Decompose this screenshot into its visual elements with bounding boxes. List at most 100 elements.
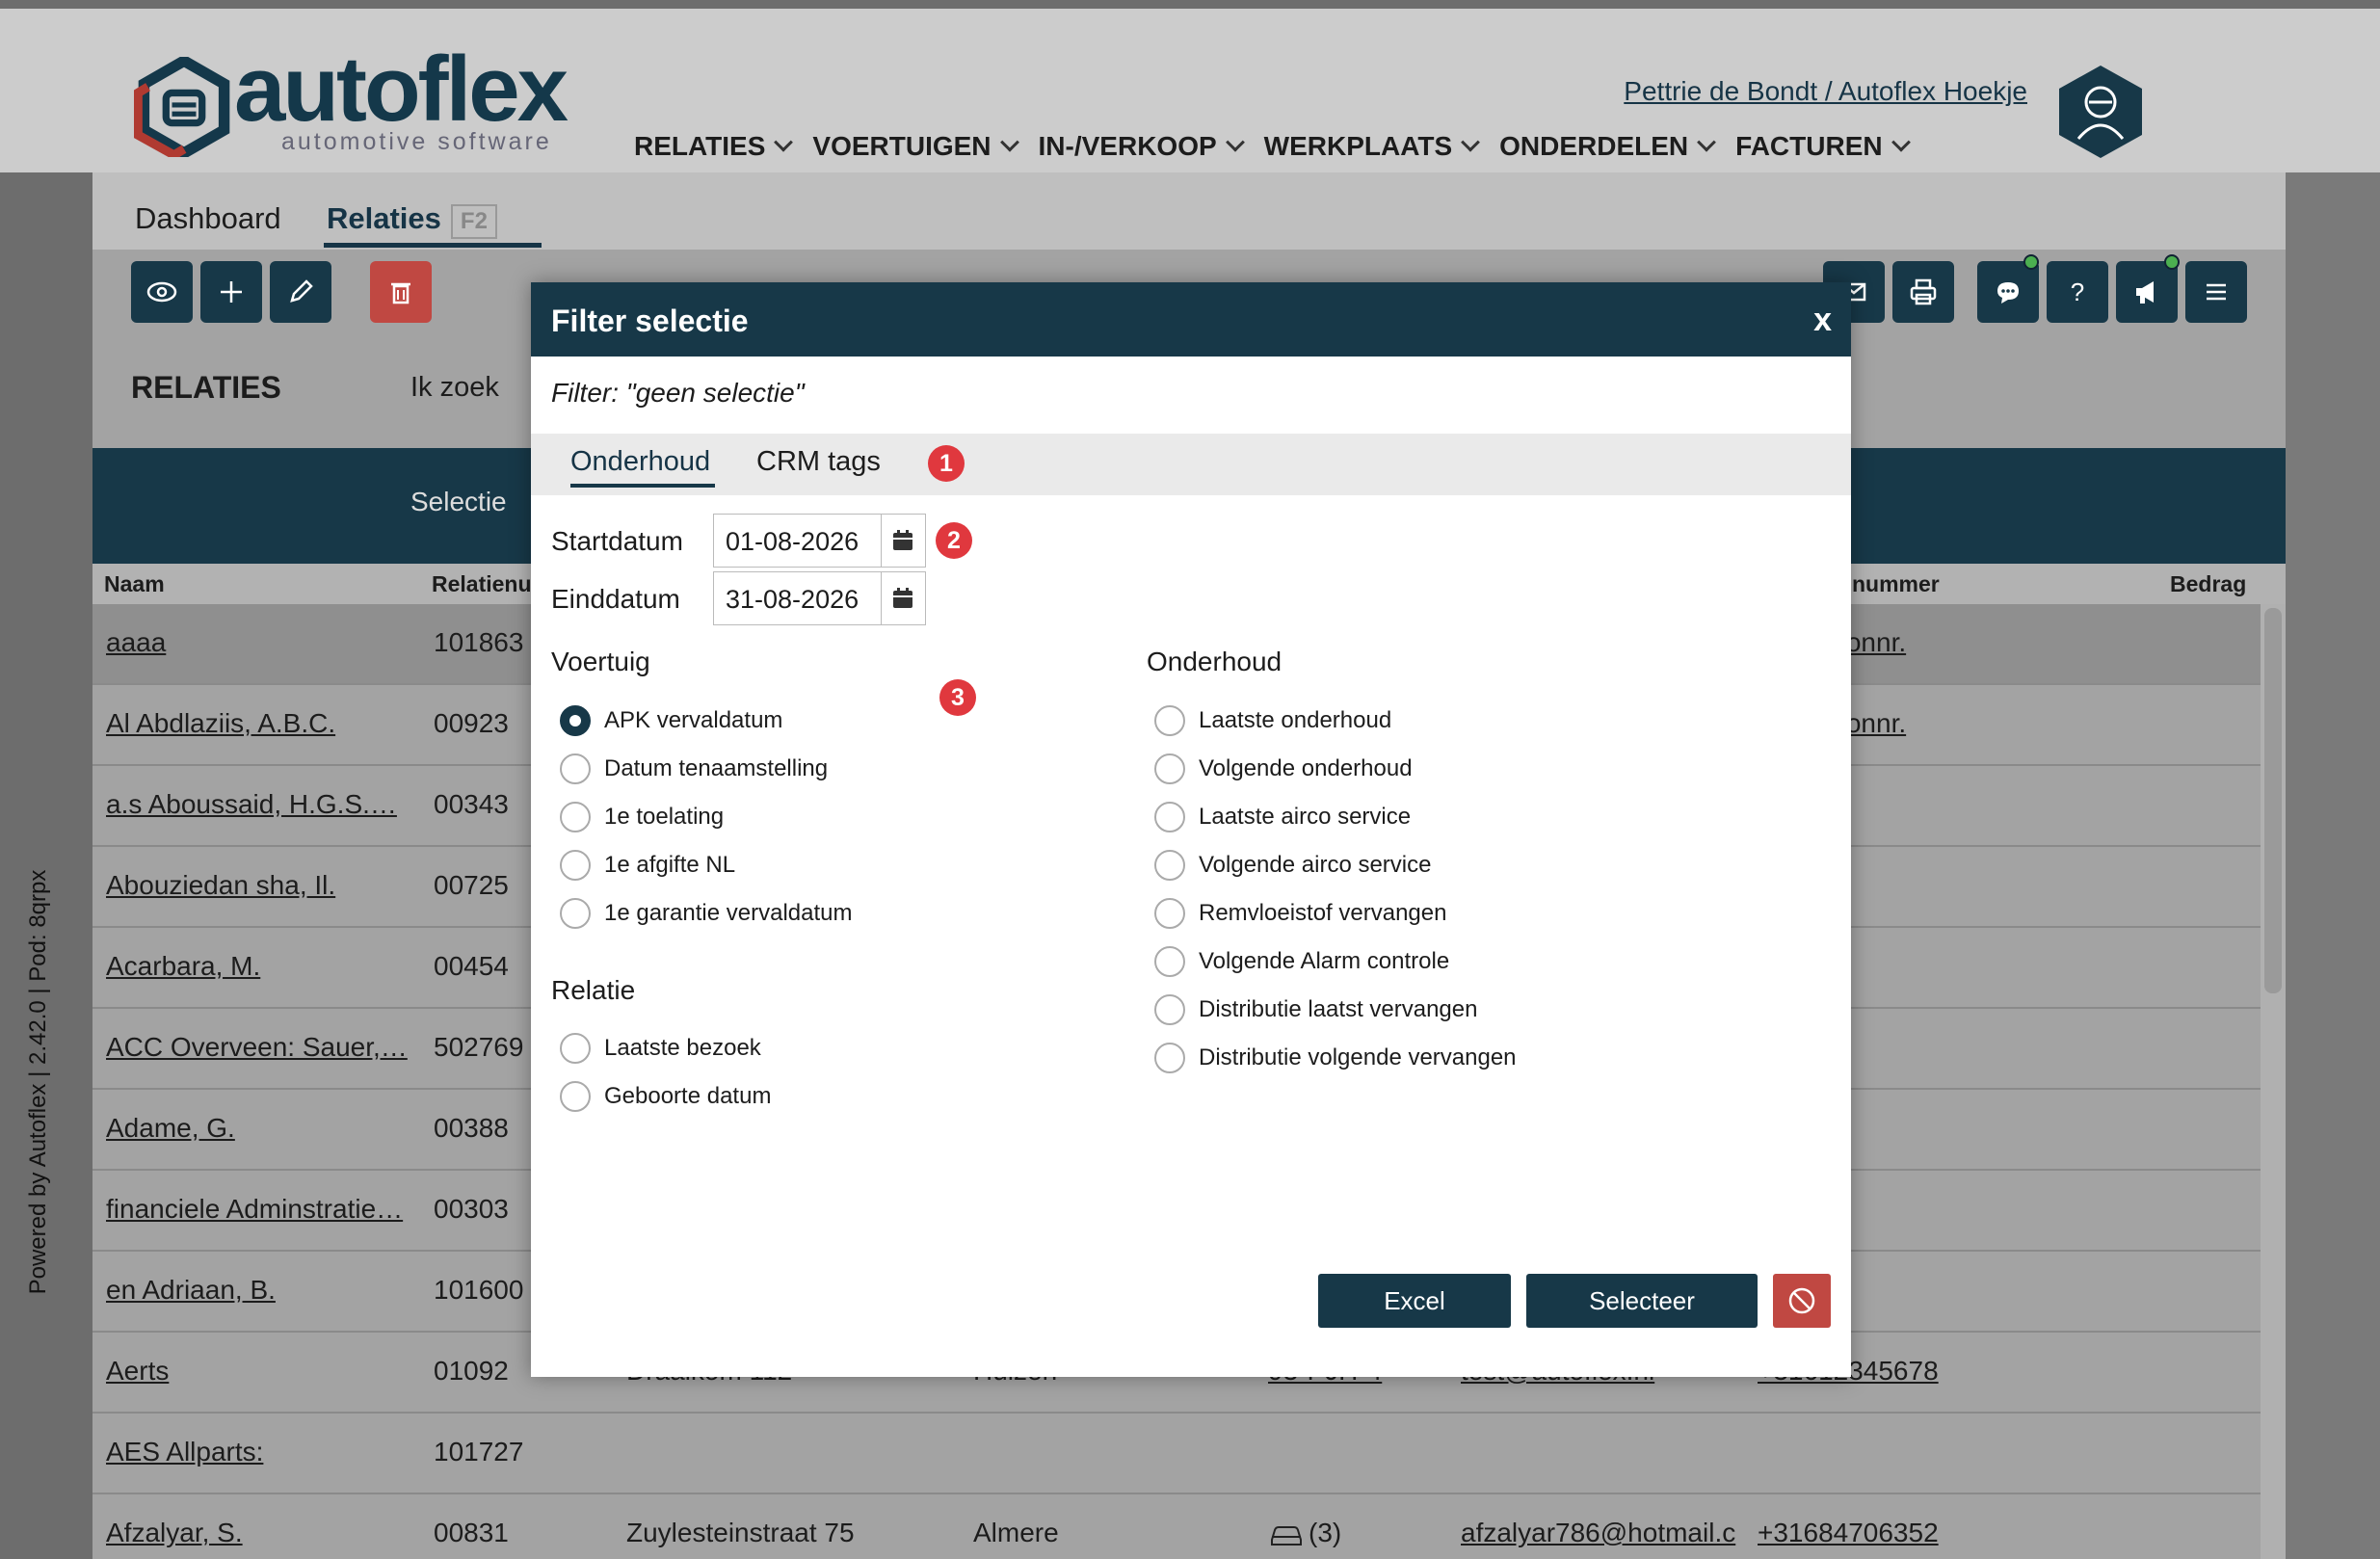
radio-button[interactable] [1154, 994, 1185, 1025]
relation-name-link[interactable]: a.s Aboussaid, H.G.S.… [106, 789, 397, 820]
menu-button[interactable] [2185, 261, 2247, 323]
table-row[interactable]: AES Allparts: 101727 [93, 1414, 2261, 1494]
start-date-label: Startdatum [551, 526, 683, 556]
start-date-input[interactable]: 01-08-2026 [713, 514, 882, 568]
announcement-notification-dot [2164, 254, 2180, 270]
radio-button[interactable] [1154, 753, 1185, 784]
radio-button[interactable] [1154, 802, 1185, 832]
relation-name-link[interactable]: Afzalyar, S. [106, 1518, 243, 1548]
excel-button[interactable]: Excel [1318, 1274, 1511, 1328]
active-tab-underline [570, 484, 715, 488]
radio-option-onderhoud[interactable]: Distributie laatst vervangen [1154, 994, 1477, 1025]
view-button[interactable] [131, 261, 193, 323]
delete-button[interactable] [370, 261, 432, 323]
radio-label: Laatste onderhoud [1199, 707, 1392, 733]
relation-number: 00343 [434, 789, 509, 819]
chevron-down-icon [1697, 132, 1717, 152]
relation-number: 00923 [434, 708, 509, 738]
radio-option-voertuig[interactable]: 1e garantie vervaldatum [560, 898, 852, 929]
nav-facturen[interactable]: FACTUREN [1735, 131, 1911, 162]
radio-option-voertuig[interactable]: 1e toelating [560, 802, 724, 832]
radio-button[interactable] [1154, 898, 1185, 929]
select-button[interactable]: Selecteer [1526, 1274, 1758, 1328]
add-button[interactable] [200, 261, 262, 323]
radio-option-onderhoud[interactable]: Volgende Alarm controle [1154, 946, 1449, 977]
col-amount[interactable]: Bedrag [2170, 571, 2246, 597]
radio-option-onderhoud[interactable]: Distributie volgende vervangen [1154, 1043, 1517, 1073]
radio-option-relatie[interactable]: Laatste bezoek [560, 1033, 761, 1064]
col-relnum[interactable]: Relatienu [432, 571, 532, 597]
radio-button[interactable] [560, 705, 591, 736]
radio-button[interactable] [1154, 705, 1185, 736]
radio-option-onderhoud[interactable]: Volgende airco service [1154, 850, 1431, 881]
scrollbar-thumb[interactable] [2264, 608, 2282, 993]
nav-relaties[interactable]: RELATIES [634, 131, 794, 162]
help-button[interactable]: ? [2047, 261, 2108, 323]
filter-modal: Filter selectie x Filter: "geen selectie… [531, 282, 1851, 1377]
radio-option-voertuig[interactable]: Datum tenaamstelling [560, 753, 828, 784]
license-plate-link[interactable]: (3) [1268, 1518, 1341, 1548]
radio-option-onderhoud[interactable]: Laatste airco service [1154, 802, 1411, 832]
relation-name-link[interactable]: Abouziedan sha, Il. [106, 870, 335, 901]
relation-name-link[interactable]: ACC Overveen: Sauer,… [106, 1032, 408, 1063]
radio-option-onderhoud[interactable]: Volgende onderhoud [1154, 753, 1413, 784]
nav-onderdelen[interactable]: ONDERDELEN [1499, 131, 1717, 162]
radio-label: 1e afgifte NL [604, 852, 736, 878]
nav-in-verkoop[interactable]: IN-/VERKOOP [1039, 131, 1245, 162]
radio-button[interactable] [1154, 1043, 1185, 1073]
start-date-picker-button[interactable] [881, 514, 926, 568]
print-button[interactable] [1892, 261, 1954, 323]
radio-label: Volgende airco service [1199, 852, 1432, 878]
table-row[interactable]: Afzalyar, S. 00831 Zuylesteinstraat 75 Alme… [93, 1494, 2261, 1559]
radio-option-onderhoud[interactable]: Laatste onderhoud [1154, 705, 1391, 736]
relation-name-link[interactable]: Acarbara, M. [106, 951, 260, 982]
radio-button[interactable] [560, 753, 591, 784]
radio-option-relatie[interactable]: Geboorte datum [560, 1081, 771, 1112]
selection-label[interactable]: Selectie [410, 487, 507, 517]
end-date-picker-button[interactable] [881, 571, 926, 625]
autoflex-logo[interactable]: autoflex automotive software [130, 43, 569, 165]
phone-link[interactable]: +31684706352 [1758, 1518, 1939, 1548]
edit-button[interactable] [270, 261, 331, 323]
relation-name-link[interactable]: Aerts [106, 1356, 169, 1387]
relation-name-link[interactable]: aaaa [106, 627, 166, 658]
radio-button[interactable] [1154, 850, 1185, 881]
relation-name-link[interactable]: en Adriaan, B. [106, 1275, 276, 1306]
chat-button[interactable] [1977, 261, 2039, 323]
tab-crm-tags[interactable]: CRM tags [756, 446, 881, 478]
relation-name-link[interactable]: Adame, G. [106, 1113, 235, 1144]
tab-relaties[interactable]: Relaties F2 [327, 201, 497, 239]
chevron-down-icon [999, 132, 1019, 152]
nav-voertuigen[interactable]: VOERTUIGEN [812, 131, 1019, 162]
clear-filter-button[interactable] [1773, 1274, 1831, 1328]
radio-option-voertuig[interactable]: APK vervaldatum [560, 705, 782, 736]
email-link[interactable]: afzalyar786@hotmail.c [1461, 1518, 1735, 1548]
col-name[interactable]: Naam [104, 571, 165, 597]
relation-name-link[interactable]: Al Abdlaziis, A.B.C. [106, 708, 335, 739]
radio-button[interactable] [560, 1081, 591, 1112]
chevron-down-icon [1225, 132, 1245, 152]
radio-option-voertuig[interactable]: 1e afgifte NL [560, 850, 735, 881]
relation-name-link[interactable]: financiele Adminstratie… [106, 1194, 403, 1225]
user-company-link[interactable]: Pettrie de Bondt / Autoflex Hoekje [1624, 76, 2027, 107]
search-label: Ik zoek [410, 372, 499, 403]
announcements-button[interactable] [2116, 261, 2178, 323]
relation-name-link[interactable]: AES Allparts: [106, 1437, 263, 1467]
radio-button[interactable] [1154, 946, 1185, 977]
radio-button[interactable] [560, 802, 591, 832]
tab-dashboard[interactable]: Dashboard [135, 201, 281, 236]
radio-button[interactable] [560, 850, 591, 881]
radio-button[interactable] [560, 1033, 591, 1064]
hamburger-icon [2207, 283, 2226, 301]
end-date-input[interactable]: 31-08-2026 [713, 571, 882, 625]
radio-button[interactable] [560, 898, 591, 929]
modal-title: Filter selectie [551, 304, 749, 338]
nav-werkplaats[interactable]: WERKPLAATS [1264, 131, 1481, 162]
col-phone[interactable]: nummer [1852, 571, 1940, 597]
user-avatar-icon[interactable] [2057, 64, 2144, 160]
relation-number: 101727 [434, 1437, 524, 1467]
radio-option-onderhoud[interactable]: Remvloeistof vervangen [1154, 898, 1446, 929]
address-cell: Zuylesteinstraat 75 [626, 1518, 855, 1547]
close-button[interactable]: x [1813, 302, 1832, 339]
tab-onderhoud[interactable]: Onderhoud [570, 446, 710, 478]
